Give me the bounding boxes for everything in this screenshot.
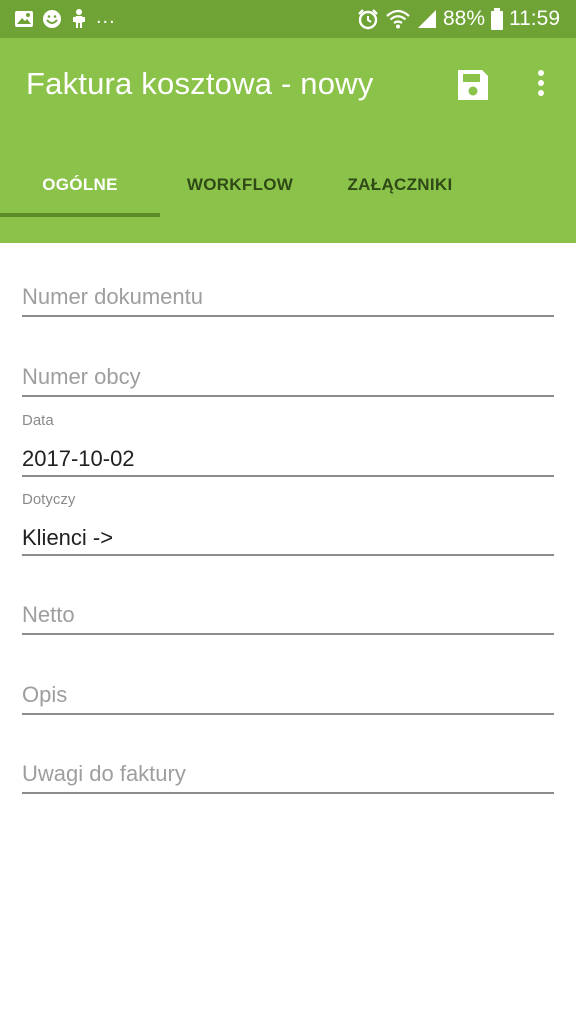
image-icon bbox=[15, 11, 33, 27]
tab-ogolne[interactable]: OGÓLNE bbox=[0, 152, 160, 218]
wifi-icon bbox=[386, 9, 410, 29]
numer-dokumentu-placeholder: Numer dokumentu bbox=[22, 284, 203, 309]
battery-icon bbox=[491, 8, 503, 30]
numer-dokumentu-field[interactable]: Numer dokumentu bbox=[22, 280, 554, 320]
clock-time: 11:59 bbox=[509, 7, 560, 30]
app-bar: Faktura kosztowa - nowy OGÓLNE WORKFLOW … bbox=[0, 38, 576, 243]
uwagi-field[interactable]: Uwagi do faktury bbox=[22, 757, 554, 797]
netto-placeholder: Netto bbox=[22, 602, 75, 627]
data-value: 2017-10-02 bbox=[22, 446, 135, 471]
android-icon bbox=[73, 9, 85, 28]
dotyczy-field[interactable]: Dotyczy Klienci -> bbox=[22, 489, 554, 559]
status-right-icons: 88% 11:59 bbox=[357, 7, 560, 31]
field-underline bbox=[22, 395, 554, 397]
numer-obcy-placeholder: Numer obcy bbox=[22, 364, 141, 389]
tab-zalaczniki[interactable]: ZAŁĄCZNIKI bbox=[320, 152, 480, 218]
field-underline bbox=[22, 475, 554, 477]
status-more: ... bbox=[96, 5, 116, 28]
dotyczy-label: Dotyczy bbox=[22, 491, 76, 508]
tab-workflow[interactable]: WORKFLOW bbox=[160, 152, 320, 218]
alarm-icon bbox=[358, 9, 378, 30]
tab-bar: OGÓLNE WORKFLOW ZAŁĄCZNIKI bbox=[0, 152, 576, 218]
more-vert-icon bbox=[538, 70, 544, 96]
field-underline bbox=[22, 713, 554, 715]
status-left-icons: ... bbox=[14, 5, 116, 30]
uwagi-placeholder: Uwagi do faktury bbox=[22, 761, 186, 786]
data-field[interactable]: Data 2017-10-02 bbox=[22, 410, 554, 480]
tab-indicator bbox=[0, 213, 160, 217]
battery-percent: 88% bbox=[442, 7, 485, 30]
field-underline bbox=[22, 792, 554, 794]
page-title: Faktura kosztowa - nowy bbox=[26, 66, 374, 101]
save-icon bbox=[458, 70, 488, 100]
more-options-button[interactable] bbox=[526, 68, 556, 102]
opis-placeholder: Opis bbox=[22, 682, 68, 707]
smiley-icon bbox=[43, 10, 61, 28]
numer-obcy-field[interactable]: Numer obcy bbox=[22, 360, 554, 400]
opis-field[interactable]: Opis bbox=[22, 678, 554, 718]
save-button[interactable] bbox=[456, 68, 490, 102]
field-underline bbox=[22, 554, 554, 556]
status-bar: ... 88% 11:59 bbox=[0, 0, 576, 38]
data-label: Data bbox=[22, 412, 54, 429]
signal-icon bbox=[417, 10, 436, 28]
netto-field[interactable]: Netto bbox=[22, 598, 554, 638]
field-underline bbox=[22, 315, 554, 317]
dotyczy-value: Klienci -> bbox=[22, 525, 114, 550]
field-underline bbox=[22, 633, 554, 635]
